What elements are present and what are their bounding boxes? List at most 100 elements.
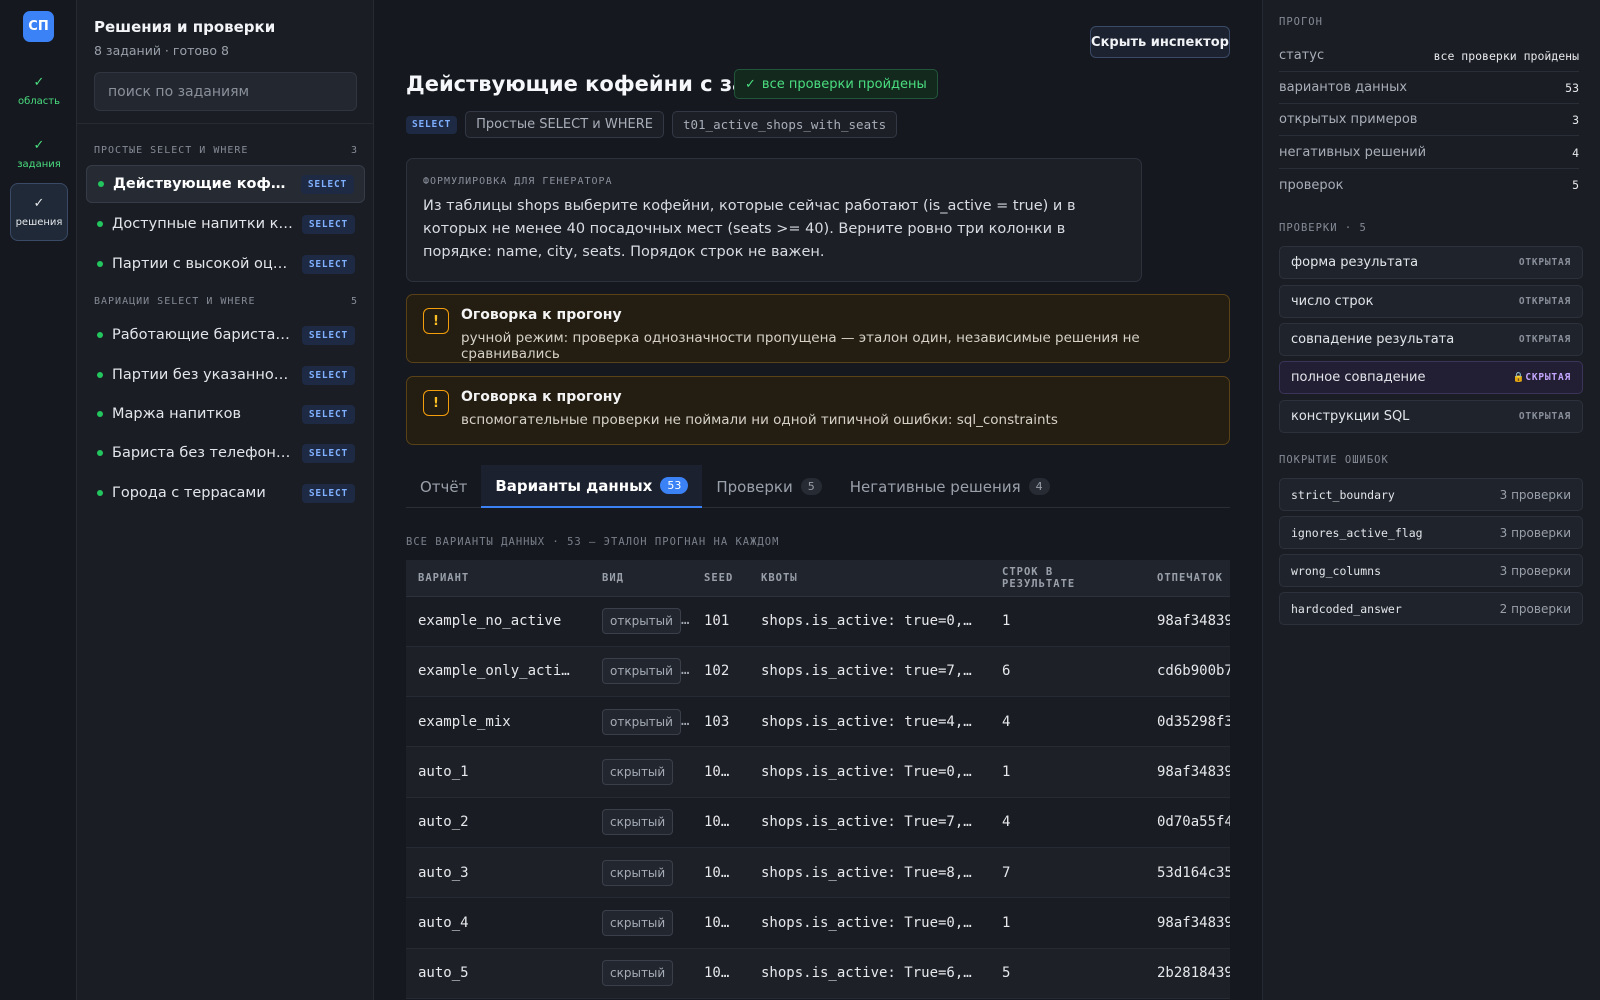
check-visibility: ОТКРЫТАЯ <box>1518 334 1571 345</box>
tab-count: 53 <box>660 477 689 494</box>
variant-cell: auto_1 <box>406 746 590 798</box>
rail-item-scope[interactable]: ✓ область <box>10 62 68 120</box>
task-id-chip: t01_active_shops_with_seats <box>671 111 898 138</box>
task-item-label: Доступные напитки категории <box>112 216 294 232</box>
kind-cell: скрытый <box>590 746 692 798</box>
check-name: конструкции SQL <box>1291 409 1410 424</box>
task-item-label: Действующие кофейни с залом <box>113 176 293 192</box>
check-row[interactable]: совпадение результата ОТКРЫТАЯ <box>1279 323 1583 356</box>
kind-cell: скрытый <box>590 847 692 899</box>
column-header[interactable]: ОТПЕЧАТОК <box>1145 560 1230 597</box>
prompt-text: Из таблицы shops выберите кофейни, котор… <box>423 198 1076 260</box>
seed-cell: 1003 <box>692 847 749 899</box>
rail-item-tasks[interactable]: ✓ задания <box>10 125 68 183</box>
task-item[interactable]: Действующие кофейни с залом SELECT <box>86 165 365 203</box>
check-icon: ✓ <box>33 196 45 211</box>
task-item[interactable]: Маржа напитков SELECT <box>86 395 365 433</box>
search-input[interactable]: поиск по заданиям <box>94 72 357 111</box>
table-row[interactable]: example_no_active открытый 101 shops.is_… <box>406 596 1230 647</box>
kind-chip: открытый <box>602 658 681 685</box>
task-item[interactable]: Бариста без телефона, но с почтой SELECT <box>86 434 365 472</box>
quota-cell: shops.is_active: True=7,… <box>749 797 990 848</box>
run-stat-row: статус все проверки пройдены <box>1279 40 1579 72</box>
table-row[interactable]: auto_5 скрытый 1005 shops.is_active: Tru… <box>406 948 1230 999</box>
column-header[interactable]: КВОТЫ <box>749 560 990 597</box>
kind-chip: открытый <box>602 708 681 735</box>
seed-cell: 1002 <box>692 797 749 848</box>
run-stat-value: 53 <box>1565 80 1579 95</box>
error-coverage-row[interactable]: strict_boundary 3 проверки <box>1279 478 1583 511</box>
group-chip: Простые SELECT и WHERE <box>465 111 664 138</box>
table-row[interactable]: auto_3 скрытый 1003 shops.is_active: Tru… <box>406 847 1230 899</box>
check-name: форма результата <box>1291 255 1419 270</box>
variant-cell: auto_3 <box>406 847 590 899</box>
kind-cell: скрытый <box>590 897 692 949</box>
rail-item-label: задания <box>17 159 61 170</box>
section-label: ПРОВЕРКИ · 5 <box>1279 222 1367 234</box>
section-label: ПРОГОН <box>1279 16 1323 28</box>
group-count: 5 <box>350 296 358 307</box>
variants-table-container: ВАРИАНТ ВИД SEED КВОТЫ СТРОК В РЕЗУЛЬТАТ… <box>406 560 1230 1000</box>
error-coverage-row[interactable]: hardcoded_answer 2 проверки <box>1279 592 1583 625</box>
check-row[interactable]: конструкции SQL ОТКРЫТАЯ <box>1279 400 1583 433</box>
task-item[interactable]: Партии без указанного региона SELECT <box>86 356 365 394</box>
task-item[interactable]: Доступные напитки категории SELECT <box>86 205 365 243</box>
status-badge-label: все проверки пройдены <box>761 76 927 92</box>
status-dot <box>97 261 103 267</box>
table-row[interactable]: example_mix открытый 103 shops.is_active… <box>406 696 1230 748</box>
main-panel: Скрыть инспектор Действующие кофейни с з… <box>374 0 1262 1000</box>
run-stat-value: 4 <box>1572 145 1579 160</box>
column-header[interactable]: СТРОК В РЕЗУЛЬТАТЕ <box>990 560 1145 597</box>
column-header[interactable]: SEED <box>692 560 749 597</box>
fingerprint-cell: 98af34839 <box>1145 746 1230 798</box>
fingerprint-cell: 2b2818439 <box>1145 948 1230 999</box>
task-item-label: Партии без указанного региона <box>112 367 294 383</box>
rows-count-cell: 6 <box>990 646 1145 698</box>
lock-icon: 🔒 <box>1512 372 1526 383</box>
task-item[interactable]: Города с террасами SELECT <box>86 474 365 512</box>
column-header[interactable]: ВИД <box>590 560 692 597</box>
task-item[interactable]: Партии с высокой оценкой SELECT <box>86 245 365 283</box>
hide-inspector-button[interactable]: Скрыть инспектор <box>1090 26 1230 58</box>
check-row[interactable]: форма результата ОТКРЫТАЯ <box>1279 246 1583 279</box>
table-row[interactable]: example_only_active открытый 102 shops.i… <box>406 646 1230 698</box>
prompt-label: ФОРМУЛИРОВКА ДЛЯ ГЕНЕРАТОРА <box>423 176 613 187</box>
warning-card: ! Оговорка к прогону ручной режим: прове… <box>406 294 1230 363</box>
divider <box>77 123 374 124</box>
select-tag: SELECT <box>301 325 355 345</box>
quota-cell: shops.is_active: True=0,… <box>749 746 990 798</box>
tab-report[interactable]: Отчёт <box>406 465 481 508</box>
table-row[interactable]: auto_2 скрытый 1002 shops.is_active: Tru… <box>406 797 1230 848</box>
task-item[interactable]: Работающие бариста от стажа SELECT <box>86 316 365 354</box>
error-name: ignores_active_flag <box>1291 525 1423 540</box>
error-name: strict_boundary <box>1291 487 1395 502</box>
tab-data-variants[interactable]: Варианты данных 53 <box>481 465 703 508</box>
check-row[interactable]: число строк ОТКРЫТАЯ <box>1279 285 1583 318</box>
seed-cell: 102 <box>692 646 749 698</box>
table-row[interactable]: auto_1 скрытый 1001 shops.is_active: Tru… <box>406 746 1230 798</box>
tab-checks[interactable]: Проверки 5 <box>702 465 835 508</box>
check-icon: ✓ <box>745 76 756 92</box>
nav-rail: СП ✓ область ✓ задания ✓ решения <box>0 0 77 1000</box>
column-header[interactable]: ВАРИАНТ <box>406 560 590 597</box>
select-tag: SELECT <box>301 214 355 234</box>
check-name: число строк <box>1291 294 1374 309</box>
run-stat-key: открытых примеров <box>1279 112 1418 127</box>
select-tag: SELECT <box>301 443 355 463</box>
error-coverage-row[interactable]: ignores_active_flag 3 проверки <box>1279 516 1583 549</box>
warning-icon: ! <box>423 308 449 334</box>
status-dot <box>97 411 103 417</box>
tab-negative-solutions[interactable]: Негативные решения 4 <box>836 465 1064 508</box>
rail-item-solutions[interactable]: ✓ решения <box>10 183 68 241</box>
inspector-panel: ПРОГОН статус все проверки пройдены вари… <box>1262 0 1600 1000</box>
run-stat-key: статус <box>1279 48 1325 63</box>
seed-cell: 1001 <box>692 746 749 798</box>
check-row[interactable]: полное совпадение 🔒СКРЫТАЯ <box>1279 361 1583 394</box>
kind-cell: открытый <box>590 646 692 698</box>
task-item-label: Бариста без телефона, но с почтой <box>112 445 294 461</box>
error-coverage-row[interactable]: wrong_columns 3 проверки <box>1279 554 1583 587</box>
run-stat-key: вариантов данных <box>1279 80 1408 95</box>
table-row[interactable]: auto_4 скрытый 1004 shops.is_active: Tru… <box>406 897 1230 949</box>
check-visibility: ОТКРЫТАЯ <box>1518 257 1571 268</box>
check-name: полное совпадение <box>1291 370 1426 385</box>
